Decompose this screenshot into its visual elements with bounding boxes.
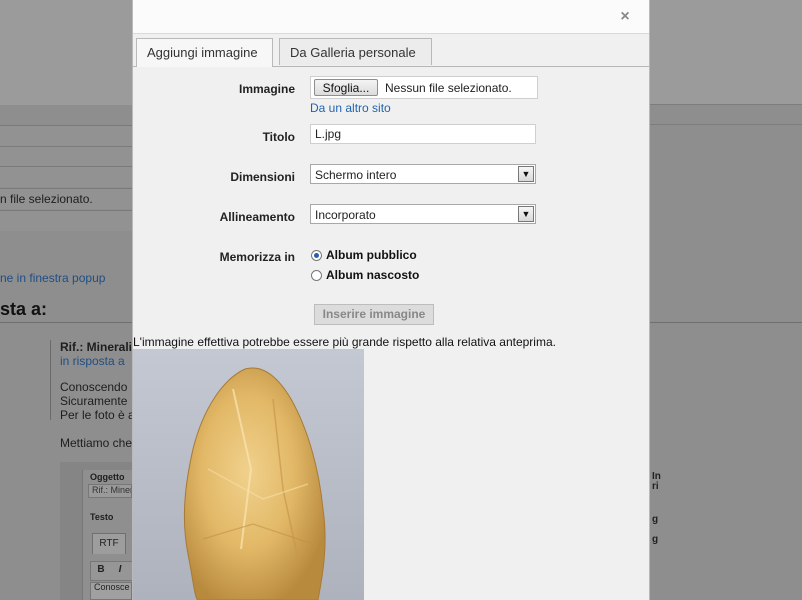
background-rtf-tab[interactable]: RTF: [92, 533, 126, 554]
background-file-status: n file selezionato.: [0, 192, 93, 206]
insert-image-dialog: × Aggiungi immagine Da Galleria personal…: [132, 0, 650, 600]
tab-personal-gallery[interactable]: Da Galleria personale: [279, 38, 432, 65]
preview-note: L'immagine effettiva potrebbe essere più…: [133, 335, 556, 349]
background-post-title: Rif.: Minerali: [60, 340, 133, 354]
other-site-link[interactable]: Da un altro sito: [310, 101, 391, 115]
background-body-line: Sicuramente: [60, 394, 128, 408]
insert-image-button[interactable]: Inserire immagine: [314, 304, 434, 325]
image-label: Immagine: [238, 82, 295, 96]
size-label: Dimensioni: [230, 170, 295, 184]
radio-button[interactable]: [311, 270, 322, 281]
chevron-down-icon[interactable]: ▼: [518, 206, 534, 222]
radio-public-album-label: Album pubblico: [326, 248, 417, 262]
background-body-line: Mettiamo che: [60, 436, 133, 450]
radio-button[interactable]: [311, 250, 322, 261]
radio-hidden-album-label: Album nascosto: [326, 268, 420, 282]
background-divider: [650, 104, 802, 105]
background-popup-link[interactable]: ne in finestra popup: [0, 271, 105, 285]
background-divider: [650, 124, 802, 125]
close-icon[interactable]: ×: [617, 9, 633, 25]
background-right-fragment: g: [652, 514, 659, 525]
background-reply-link[interactable]: in risposta a: [60, 354, 125, 368]
chevron-down-icon[interactable]: ▼: [518, 166, 534, 182]
size-select-value: Schermo intero: [315, 168, 397, 182]
background-body-line: Conoscendo: [60, 380, 128, 394]
align-label: Allineamento: [219, 210, 295, 224]
browse-button[interactable]: Sfoglia...: [314, 79, 378, 96]
size-select[interactable]: Schermo intero ▼: [310, 164, 536, 184]
file-input[interactable]: Sfoglia... Nessun file selezionato.: [310, 76, 538, 99]
background-form-row: [0, 166, 132, 187]
background-subject-field[interactable]: Rif.: Miner: [88, 484, 132, 498]
title-input[interactable]: [310, 124, 536, 144]
title-label: Titolo: [262, 130, 295, 144]
align-select[interactable]: Incorporato ▼: [310, 204, 536, 224]
align-select-value: Incorporato: [315, 208, 376, 222]
background-form-row: [0, 210, 132, 231]
dialog-tabs: Aggiungi immagine Da Galleria personale: [133, 38, 649, 67]
dialog-titlebar: ×: [133, 0, 649, 34]
tab-add-image[interactable]: Aggiungi immagine: [136, 38, 273, 67]
background-right-fragment: ri: [652, 481, 659, 492]
file-status: Nessun file selezionato.: [385, 81, 512, 95]
background-quote-bar: [50, 340, 51, 420]
background-form-row: [0, 146, 132, 167]
background-right-fragment: g: [652, 534, 659, 545]
background-editor-toolbar: B I: [90, 561, 134, 581]
italic-button[interactable]: I: [113, 563, 127, 577]
background-editor-textarea[interactable]: Conosce: [90, 582, 132, 600]
background-body-line: Per le foto è a: [60, 408, 135, 422]
background-form-row: [0, 125, 132, 146]
bold-button[interactable]: B: [94, 563, 108, 577]
background-text-label: Testo: [90, 512, 114, 522]
image-preview: [133, 349, 364, 600]
background-reply-heading: sta a:: [0, 299, 48, 319]
background-subject-label: Oggetto: [90, 472, 125, 482]
store-label: Memorizza in: [219, 250, 295, 264]
mineral-crystal-photo: [133, 349, 364, 600]
